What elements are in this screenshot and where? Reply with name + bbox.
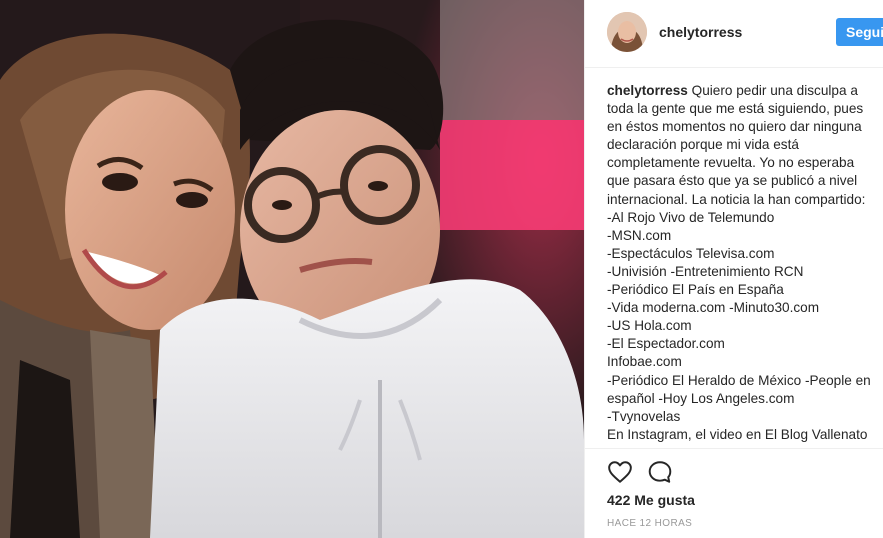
post-caption: chelytorress Quiero pedir una disculpa a… (607, 82, 879, 444)
post-photo[interactable] (0, 0, 584, 538)
post-timestamp[interactable]: HACE 12 HORAS (607, 518, 692, 529)
follow-button[interactable]: Seguir (836, 18, 883, 46)
author-avatar-image (607, 12, 647, 52)
comment-bubble-icon[interactable] (647, 459, 673, 485)
post-photo-image (0, 0, 584, 538)
like-count[interactable]: 422 Me gusta (607, 492, 695, 508)
post-actions: 422 Me gusta HACE 12 HORAS (585, 448, 883, 538)
caption-username[interactable]: chelytorress (607, 83, 688, 98)
author-username[interactable]: chelytorress (659, 24, 742, 40)
caption-text: Quiero pedir una disculpa a toda la gent… (607, 83, 871, 442)
post-side-panel: chelytorress Seguir chelytorress Quiero … (584, 0, 883, 538)
post-header: chelytorress Seguir (585, 0, 883, 68)
heart-outline-icon[interactable] (607, 459, 633, 485)
author-avatar[interactable] (607, 12, 647, 52)
